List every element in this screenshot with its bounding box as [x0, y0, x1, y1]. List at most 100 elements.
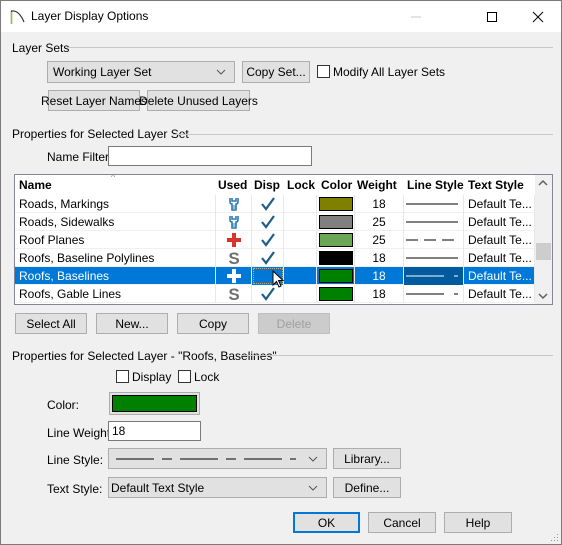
cell-text-style[interactable]: Default Te... [464, 231, 535, 249]
cell-weight[interactable]: 18 [355, 267, 404, 285]
column-header-name[interactable]: Name [19, 175, 52, 195]
copy-set-button[interactable]: Copy Set... [242, 61, 310, 83]
cell-name: Roofs, Baselines [15, 267, 216, 285]
copy-layer-button[interactable]: Copy [177, 313, 249, 334]
line-style-dropdown[interactable] [108, 448, 327, 469]
cell-line-style[interactable] [404, 249, 464, 267]
cell-display[interactable] [252, 231, 284, 249]
cell-lock[interactable] [284, 285, 317, 303]
cell-line-style[interactable] [404, 285, 464, 303]
cell-text-style[interactable]: Default Te... [464, 285, 535, 303]
column-header-line-style[interactable]: Line Style [407, 175, 464, 195]
table-row[interactable]: Roofs, Baseline Polylines S 18 Default Te..… [15, 249, 535, 267]
table-row[interactable]: Roads, Markings 18 Default Te... [15, 195, 535, 213]
line-style-preview [405, 257, 458, 259]
checkmark-icon [260, 197, 275, 211]
column-header-weight[interactable]: Weight [357, 175, 397, 195]
scroll-thumb[interactable] [536, 243, 551, 260]
ok-button[interactable]: OK [293, 512, 360, 533]
cell-weight[interactable]: 25 [355, 213, 404, 231]
define-button[interactable]: Define... [333, 477, 401, 498]
lock-checkbox[interactable] [178, 370, 191, 383]
cell-display[interactable] [252, 195, 284, 213]
scroll-down-icon[interactable] [538, 292, 548, 300]
cell-lock[interactable] [284, 231, 317, 249]
display-checkbox[interactable] [116, 370, 129, 383]
library-button[interactable]: Library... [333, 448, 401, 469]
cell-used[interactable] [216, 195, 252, 213]
scroll-up-icon[interactable] [538, 179, 548, 187]
cell-lock[interactable] [284, 195, 317, 213]
cell-used[interactable] [216, 213, 252, 231]
cell-color[interactable] [317, 267, 355, 285]
cell-used[interactable]: S [216, 249, 252, 267]
column-header-used[interactable]: Used [218, 175, 247, 195]
cell-color[interactable] [317, 231, 355, 249]
name-filter-label: Name Filter: [47, 150, 113, 164]
cell-display[interactable] [252, 249, 284, 267]
cell-color[interactable] [317, 249, 355, 267]
text-style-dropdown[interactable]: Default Text Style [108, 477, 327, 498]
cell-text-style[interactable]: Default Te... [464, 267, 535, 285]
checkmark-icon [260, 251, 275, 265]
name-filter-input[interactable] [108, 146, 312, 166]
column-header-color[interactable]: Color [321, 175, 352, 195]
cell-lock[interactable] [284, 213, 317, 231]
close-button[interactable] [515, 1, 561, 32]
layer-set-dropdown[interactable]: Working Layer Set [47, 61, 235, 83]
line-weight-value: 18 [112, 424, 126, 438]
help-button[interactable]: Help [444, 512, 512, 533]
cell-used[interactable] [216, 231, 252, 249]
cell-line-style[interactable] [404, 231, 464, 249]
column-header-lock[interactable]: Lock [287, 175, 315, 195]
minimize-icon [411, 16, 421, 17]
svg-text:S: S [228, 286, 239, 302]
group-divider [173, 134, 553, 135]
maximize-button[interactable] [469, 1, 515, 32]
mouse-cursor-icon [272, 270, 284, 288]
table-row[interactable]: Roads, Sidewalks 25 Default Te... [15, 213, 535, 231]
cell-used[interactable] [216, 267, 252, 285]
svg-text:S: S [228, 250, 239, 266]
cancel-button[interactable]: Cancel [368, 512, 436, 533]
cell-name: Roads, Sidewalks [15, 213, 216, 231]
cell-text-style[interactable]: Default Te... [464, 213, 535, 231]
cell-line-style[interactable] [404, 195, 464, 213]
color-picker-button[interactable] [109, 392, 200, 415]
table-row[interactable]: Roof Planes 25 Default Te... [15, 231, 535, 249]
new-layer-button[interactable]: New... [96, 313, 168, 334]
cell-line-style[interactable] [404, 213, 464, 231]
select-all-button[interactable]: Select All [15, 313, 87, 334]
cell-weight[interactable]: 18 [355, 285, 404, 303]
delete-layer-button[interactable]: Delete [258, 313, 330, 334]
cell-color[interactable] [317, 195, 355, 213]
table-scrollbar[interactable] [535, 175, 552, 304]
cell-weight[interactable]: 18 [355, 249, 404, 267]
line-weight-input[interactable]: 18 [108, 421, 201, 441]
cell-color[interactable] [317, 285, 355, 303]
cell-text-style[interactable]: Default Te... [464, 195, 535, 213]
cell-color[interactable] [317, 213, 355, 231]
cell-line-style[interactable] [404, 267, 464, 285]
cell-text-style[interactable]: Default Te... [464, 249, 535, 267]
cell-used[interactable]: S [216, 285, 252, 303]
cell-weight[interactable]: 25 [355, 231, 404, 249]
delete-unused-layers-button[interactable]: Delete Unused Layers [139, 90, 258, 111]
cell-display[interactable] [252, 213, 284, 231]
cell-lock[interactable] [284, 249, 317, 267]
column-header-disp[interactable]: Disp [254, 175, 280, 195]
color-swatch [318, 197, 353, 211]
resize-grip-icon[interactable] [551, 534, 559, 542]
line-style-label: Line Style: [47, 453, 104, 467]
cell-weight[interactable]: 18 [355, 195, 404, 213]
minimize-button[interactable] [393, 1, 439, 32]
cell-lock[interactable] [284, 267, 317, 285]
line-style-preview [405, 221, 458, 223]
modify-all-layer-sets-checkbox[interactable] [317, 65, 330, 78]
modify-all-layer-sets-label: Modify All Layer Sets [333, 65, 446, 79]
checkmark-icon [260, 287, 275, 301]
reset-layer-names-button[interactable]: Reset Layer Names [41, 90, 147, 111]
layer-sets-group-label: Layer Sets [12, 41, 70, 55]
line-weight-label: Line Weight: [47, 426, 114, 440]
column-header-text-style[interactable]: Text Style [468, 175, 524, 195]
